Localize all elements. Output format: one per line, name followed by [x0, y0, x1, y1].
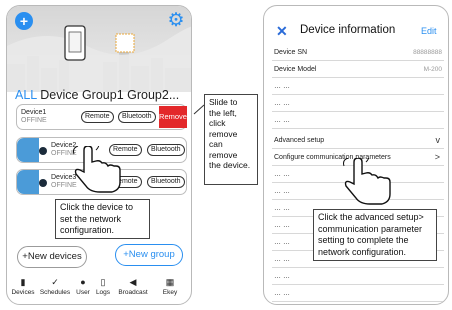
row-label: … … — [274, 100, 290, 107]
info-row: … … — [272, 95, 444, 112]
chevron-down-icon: v — [435, 135, 441, 145]
callout-line: network configuration. — [318, 246, 407, 257]
row-label: … … — [274, 171, 290, 178]
info-row-sn: Device SN 88888888 — [272, 44, 444, 61]
row-value: 88888888 — [413, 49, 442, 56]
row-label: … … — [274, 205, 290, 212]
row-label: Advanced setup — [274, 137, 325, 144]
info-row: … … — [272, 112, 444, 129]
pointing-hand-icon — [343, 158, 391, 205]
row-value: M-200 — [423, 66, 442, 73]
row-label: … … — [274, 117, 290, 124]
row-label: … … — [274, 83, 290, 90]
page-title: Device information — [300, 24, 396, 36]
callout-line: Click the advanced setup> — [318, 212, 424, 222]
advanced-setup-callout: Click the advanced setup> communication … — [313, 209, 437, 261]
edit-button[interactable]: Edit — [421, 26, 437, 36]
advanced-setup-row[interactable]: Advanced setup v — [272, 132, 444, 149]
info-row: … … — [272, 268, 444, 285]
info-row: … … — [272, 78, 444, 95]
callout-line: communication parameter — [318, 223, 423, 234]
row-label: … … — [274, 256, 290, 263]
callout-line: setting to complete the — [318, 235, 409, 245]
row-label: … … — [274, 273, 290, 280]
info-row-model: Device Model M-200 — [272, 61, 444, 78]
close-icon[interactable]: ✕ — [276, 23, 288, 40]
row-label: … … — [274, 290, 290, 297]
row-label: Device SN — [274, 49, 308, 56]
row-label: … … — [274, 222, 290, 229]
row-label: Device Model — [274, 66, 317, 73]
info-row: … … — [272, 285, 444, 302]
row-label: … … — [274, 188, 290, 195]
row-label: … … — [274, 239, 290, 246]
chevron-right-icon: > — [434, 152, 440, 162]
